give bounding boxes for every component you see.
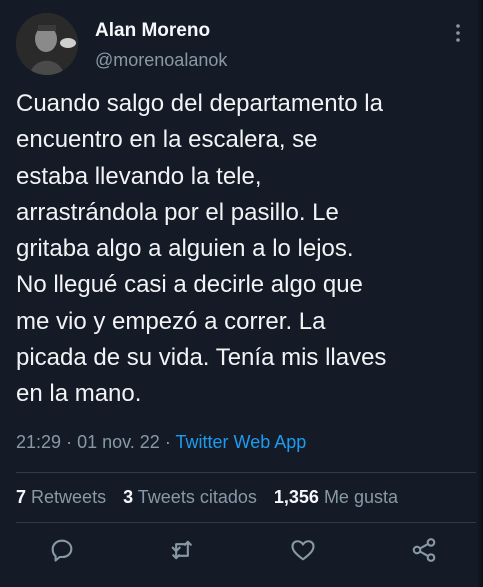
tweet-date[interactable]: 01 nov. 22 — [77, 432, 160, 452]
action-bar — [0, 536, 483, 566]
heart-icon[interactable] — [289, 536, 317, 564]
tweet-time[interactable]: 21:29 — [16, 432, 61, 452]
meta-separator: · — [66, 432, 73, 452]
share-icon[interactable] — [410, 536, 438, 564]
edge-shadow — [477, 0, 483, 587]
author-name[interactable]: Alan Moreno — [95, 20, 210, 42]
author-handle[interactable]: @morenoalanok — [95, 50, 227, 71]
tweet-source-link[interactable]: Twitter Web App — [176, 432, 307, 452]
more-vertical-icon[interactable] — [452, 22, 464, 44]
likes-stat[interactable]: 1,356 Me gusta — [274, 487, 398, 507]
likes-label: Me gusta — [323, 487, 398, 507]
quotes-stat[interactable]: 3 Tweets citados — [123, 487, 257, 507]
likes-count: 1,356 — [273, 487, 319, 507]
tweet-stats: 7 Retweets 3 Tweets citados 1,356 Me gus… — [16, 487, 410, 508]
retweets-count: 7 — [16, 487, 27, 507]
divider — [16, 472, 476, 473]
tweet-text: Cuando salgo del departamento la encuent… — [16, 90, 387, 408]
reply-icon[interactable] — [48, 536, 76, 564]
retweet-icon[interactable] — [168, 536, 196, 564]
quotes-label: Tweets citados — [137, 487, 257, 507]
retweets-stat[interactable]: 7 Retweets — [16, 487, 106, 507]
divider — [16, 522, 476, 523]
tweet-card: Alan Moreno @morenoalanok Cuando salgo d… — [0, 0, 483, 587]
retweets-label: Retweets — [31, 487, 107, 507]
meta-separator: · — [164, 432, 171, 452]
tweet-meta: 21:29 · 01 nov. 22 · Twitter Web App — [16, 432, 306, 453]
avatar[interactable] — [16, 13, 78, 75]
quotes-count: 3 — [123, 487, 134, 507]
